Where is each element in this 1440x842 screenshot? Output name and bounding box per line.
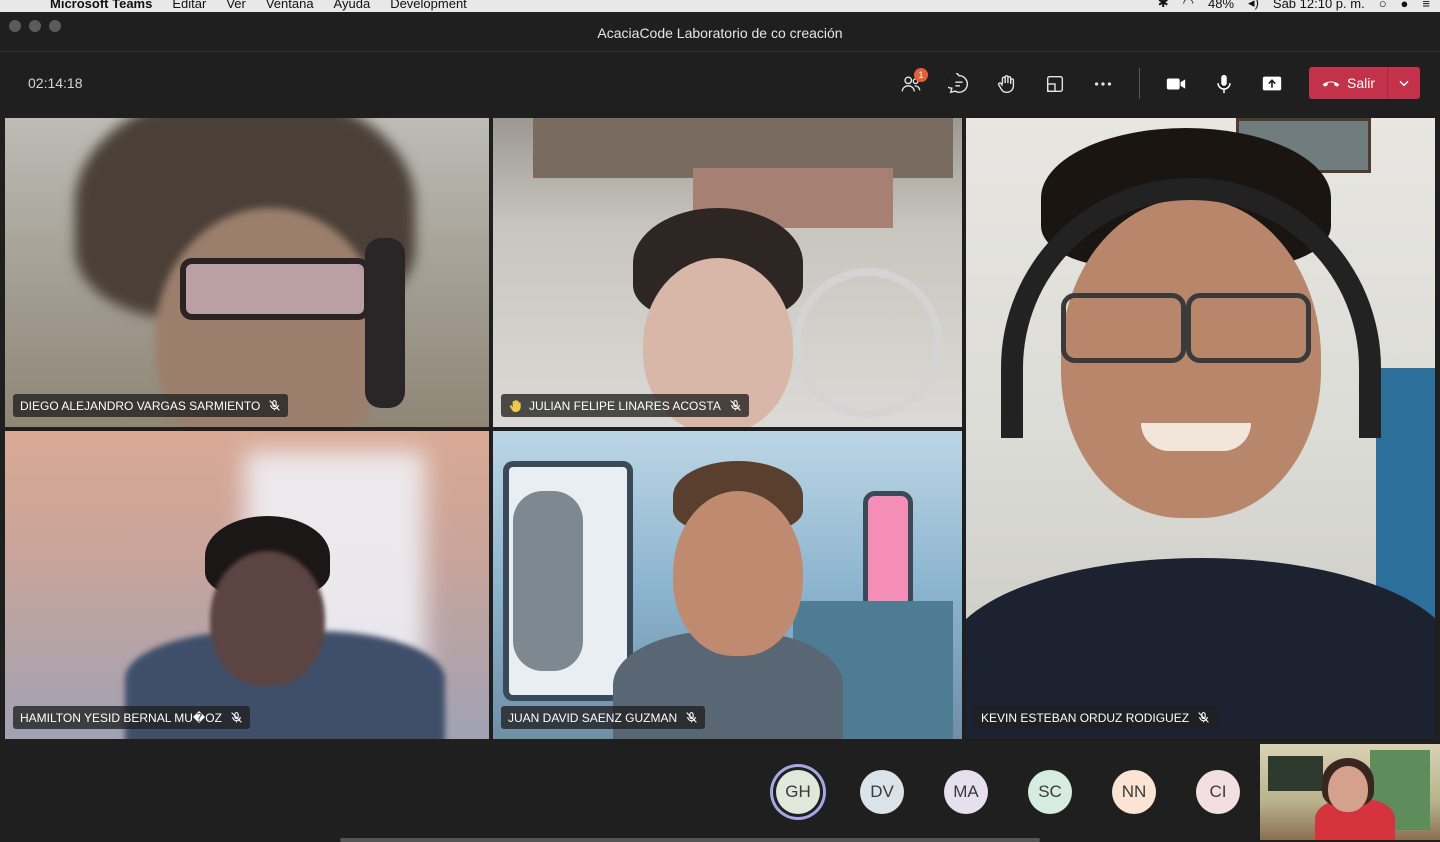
wifi-icon[interactable]: ◠: [1183, 0, 1194, 11]
menu-app-name[interactable]: Microsoft Teams: [50, 0, 152, 11]
menu-ventana[interactable]: Ventana: [266, 0, 314, 11]
horizontal-scrollbar[interactable]: [340, 838, 1040, 842]
chevron-down-icon: [1399, 80, 1409, 87]
avatar-initials: GH: [785, 782, 811, 801]
chat-icon: [948, 73, 968, 94]
volume-icon[interactable]: ◂): [1248, 0, 1259, 11]
macos-menubar: Microsoft Teams Editar Ver Ventana Ayuda…: [0, 0, 1440, 12]
raise-hand-icon: [997, 75, 1015, 93]
mic-muted-icon: [730, 400, 741, 411]
leave-button-group: Salir: [1309, 67, 1420, 99]
leave-button[interactable]: Salir: [1309, 67, 1387, 99]
meeting-timer: 02:14:18: [28, 75, 83, 91]
video-camera-icon: [1166, 78, 1186, 90]
bg-blackboard: [1268, 756, 1323, 791]
participant-name: KEVIN ESTEBAN ORDUZ RODIGUEZ: [981, 710, 1190, 725]
participant-strip: GH DV MA SC NN CI: [0, 742, 1440, 842]
participants-badge: 1: [914, 68, 928, 82]
participant-face: [210, 551, 325, 686]
participant-nametag: KEVIN ESTEBAN ORDUZ RODIGUEZ: [974, 706, 1218, 729]
video-tile-diego[interactable]: DIEGO ALEJANDRO VARGAS SARMIENTO: [5, 118, 489, 427]
hang-up-icon: [1322, 81, 1340, 87]
mic-button[interactable]: [1209, 69, 1239, 99]
bg-robot: [513, 491, 583, 671]
avatar-ci[interactable]: CI: [1196, 770, 1240, 814]
video-tile-juan[interactable]: JUAN DAVID SAENZ GUZMAN: [493, 431, 962, 739]
participants-button[interactable]: 1: [896, 68, 928, 99]
mic-muted-icon: [269, 400, 281, 411]
self-face: [1328, 766, 1368, 812]
participant-name: DIEGO ALEJANDRO VARGAS SARMIENTO: [20, 398, 261, 413]
video-tile-julian[interactable]: JULIAN FELIPE LINARES ACOSTA: [493, 118, 962, 427]
menu-ayuda[interactable]: Ayuda: [334, 0, 371, 11]
mic-muted-icon: [231, 712, 242, 723]
share-screen-button[interactable]: [1257, 69, 1287, 99]
chat-button[interactable]: [944, 69, 974, 99]
avatar-ma[interactable]: MA: [944, 770, 988, 814]
avatar-initials: CI: [1209, 782, 1227, 801]
meeting-toolbar: 02:14:18 1 Salir: [0, 52, 1440, 114]
participant-name: JULIAN FELIPE LINARES ACOSTA: [529, 398, 721, 413]
bg-lava-lamp: [863, 491, 913, 611]
headphones: [365, 238, 405, 408]
avatar-sc[interactable]: SC: [1028, 770, 1072, 814]
avatar-initials: SC: [1038, 782, 1062, 801]
avatar-nn[interactable]: NN: [1112, 770, 1156, 814]
menu-development[interactable]: Development: [390, 0, 467, 11]
menu-ver[interactable]: Ver: [226, 0, 246, 11]
video-tile-hamilton[interactable]: HAMILTON YESID BERNAL MU�OZ: [5, 431, 489, 739]
toolbar-divider: [1139, 68, 1140, 99]
participant-nametag: JUAN DAVID SAENZ GUZMAN: [501, 706, 706, 729]
participant-name: HAMILTON YESID BERNAL MU�OZ: [20, 710, 222, 725]
avatar-initials: DV: [870, 782, 894, 801]
participant-face: [673, 491, 803, 656]
glasses: [180, 258, 370, 320]
raised-hand-icon: [509, 399, 521, 412]
menu-editar[interactable]: Editar: [172, 0, 206, 11]
more-icon: [1094, 82, 1112, 86]
leave-options-button[interactable]: [1388, 76, 1420, 90]
participant-nametag: HAMILTON YESID BERNAL MU�OZ: [13, 706, 250, 729]
microphone-icon: [1217, 74, 1231, 94]
avatar-initials: NN: [1121, 782, 1147, 801]
self-view-video[interactable]: [1260, 744, 1440, 840]
window-title: AcaciaCode Laboratorio de co creación: [597, 25, 843, 41]
breakout-rooms-icon: [1046, 75, 1064, 93]
bicycle-wheel: [793, 268, 943, 418]
avatar-gh[interactable]: GH: [776, 770, 820, 814]
reactions-button[interactable]: [992, 69, 1022, 99]
bluetooth-icon[interactable]: ✱: [1158, 0, 1169, 11]
battery-percent[interactable]: 48%: [1208, 0, 1234, 11]
leave-label: Salir: [1347, 75, 1376, 91]
share-tray-icon: [1262, 76, 1282, 91]
spotlight-icon[interactable]: ○: [1379, 0, 1387, 11]
menubar-clock[interactable]: Sáb 12:10 p. m.: [1273, 0, 1365, 11]
mic-muted-icon: [686, 712, 697, 723]
participant-nametag: DIEGO ALEJANDRO VARGAS SARMIENTO: [13, 394, 289, 417]
smile: [1141, 423, 1251, 451]
participant-nametag: JULIAN FELIPE LINARES ACOSTA: [501, 394, 749, 417]
window-titlebar: AcaciaCode Laboratorio de co creación: [0, 12, 1440, 52]
participant-name: JUAN DAVID SAENZ GUZMAN: [508, 710, 678, 725]
control-center-icon[interactable]: ≡: [1422, 0, 1430, 11]
avatar-initials: MA: [953, 782, 979, 801]
rooms-button[interactable]: [1040, 69, 1070, 99]
video-tile-kevin[interactable]: KEVIN ESTEBAN ORDUZ RODIGUEZ: [966, 118, 1435, 739]
avatar-dv[interactable]: DV: [860, 770, 904, 814]
mic-muted-icon: [1198, 712, 1209, 723]
more-actions-button[interactable]: [1088, 69, 1118, 99]
camera-button[interactable]: [1161, 69, 1191, 99]
siri-icon[interactable]: ●: [1401, 0, 1409, 11]
